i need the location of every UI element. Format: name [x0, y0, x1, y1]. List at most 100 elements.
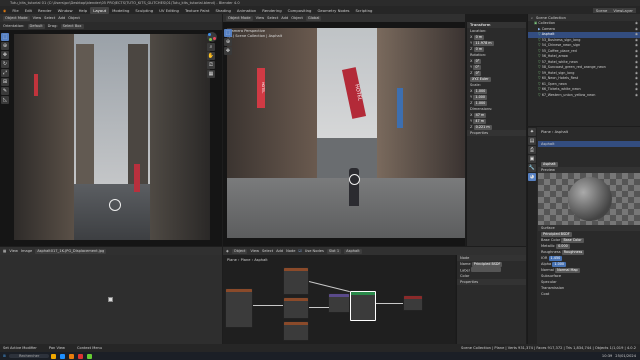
- modifier-tab-icon[interactable]: 🔧: [528, 164, 536, 172]
- image-menu-image[interactable]: Image: [21, 249, 32, 253]
- left-mode-select[interactable]: Object Mode: [3, 15, 30, 21]
- normal-map-node[interactable]: [328, 293, 350, 313]
- node-menu-select[interactable]: Select: [262, 249, 273, 253]
- node-menu-add[interactable]: Add: [276, 249, 283, 253]
- node-object-select[interactable]: Object: [231, 248, 248, 254]
- center-select-tool-icon[interactable]: ⬚: [224, 29, 232, 37]
- pan-hand-icon[interactable]: ✋: [207, 52, 215, 60]
- scale-z-field[interactable]: 1.000: [473, 101, 488, 106]
- rotation-z-field[interactable]: 0°: [473, 71, 482, 76]
- app-icon[interactable]: [78, 353, 84, 359]
- zoom-icon[interactable]: ⌕: [207, 43, 215, 51]
- material-name-value[interactable]: Asphalt: [541, 162, 558, 167]
- image-filename-field[interactable]: Asphalt017_1K-JPG_Displacement.jpg: [35, 248, 107, 254]
- outliner-search-icon[interactable]: ⌕: [531, 16, 533, 20]
- tab-modeling[interactable]: Modeling: [109, 7, 132, 14]
- blender-logo-icon[interactable]: ◉: [0, 8, 9, 13]
- left-menu-view[interactable]: View: [33, 16, 42, 20]
- left-viewport-canvas[interactable]: ⬚ ⊕ ✥ ↻ ⤢ ⊞ ✎ ◺ ⌕ ✋ ⎚ ▦: [0, 30, 222, 246]
- windows-start-icon[interactable]: ⊞: [0, 354, 9, 358]
- dimensions-z-field[interactable]: 0.221 m: [473, 125, 492, 130]
- tab-animation[interactable]: Animation: [234, 7, 259, 14]
- material-slot-item[interactable]: Asphalt: [538, 141, 640, 147]
- eye-icon[interactable]: ◉: [635, 93, 638, 99]
- axis-gizmo-icon[interactable]: [207, 32, 217, 42]
- use-nodes-checkbox[interactable]: ☑: [298, 249, 301, 253]
- tab-texture-paint[interactable]: Texture Paint: [182, 7, 213, 14]
- dimensions-y-field[interactable]: 47 m: [473, 119, 487, 124]
- node-editor-canvas[interactable]: Plane › Plane › Asphalt: [223, 255, 455, 344]
- roughness-field[interactable]: Roughness: [561, 250, 585, 255]
- menu-render[interactable]: Render: [35, 8, 55, 13]
- scale-x-field[interactable]: 1.000: [473, 89, 488, 94]
- material-tab-icon[interactable]: ◕: [528, 173, 536, 181]
- tab-sculpting[interactable]: Sculpting: [132, 7, 156, 14]
- transform-orientation-select[interactable]: Global: [305, 15, 322, 21]
- left-menu-add[interactable]: Add: [58, 16, 65, 20]
- slot-select[interactable]: Slot 1: [326, 248, 342, 254]
- rotation-mode-select[interactable]: XYZ Euler: [470, 77, 491, 82]
- center-move-tool-icon[interactable]: ✥: [224, 47, 232, 55]
- blender-taskbar-icon[interactable]: [69, 353, 75, 359]
- menu-file[interactable]: File: [9, 8, 21, 13]
- menu-help[interactable]: Help: [76, 8, 91, 13]
- outliner-item[interactable]: ▽ 67_Western_union_yellow_neon ◉: [528, 93, 640, 99]
- base-color-field[interactable]: Base Color: [561, 238, 584, 243]
- browser-icon[interactable]: [60, 353, 66, 359]
- tab-shading[interactable]: Shading: [212, 7, 233, 14]
- center-cursor-tool-icon[interactable]: ⊕: [224, 38, 232, 46]
- scale-tool-icon[interactable]: ⤢: [1, 69, 9, 77]
- center-menu-object[interactable]: Object: [291, 16, 303, 20]
- measure-tool-icon[interactable]: ◺: [1, 96, 9, 104]
- orientation-select[interactable]: Default: [27, 23, 45, 29]
- center-mode-select[interactable]: Object Mode: [226, 15, 253, 21]
- rotation-y-field[interactable]: 0°: [473, 65, 482, 70]
- app-icon[interactable]: [87, 353, 93, 359]
- location-z-field[interactable]: 0 m: [473, 47, 485, 52]
- node-editor-type-icon[interactable]: ◈: [226, 249, 229, 253]
- tab-rendering[interactable]: Rendering: [259, 7, 284, 14]
- center-menu-add[interactable]: Add: [281, 16, 288, 20]
- dimensions-x-field[interactable]: 47 m: [473, 113, 487, 118]
- node-menu-node[interactable]: Node: [286, 249, 295, 253]
- file-explorer-icon[interactable]: [51, 353, 57, 359]
- node-menu-view[interactable]: View: [250, 249, 259, 253]
- scene-selector[interactable]: Scene: [592, 7, 611, 13]
- node-name-field[interactable]: Principled BSDF: [471, 262, 503, 267]
- texture-node-top[interactable]: [283, 267, 309, 295]
- taskbar-search-box[interactable]: Rechercher: [9, 354, 50, 358]
- center-menu-select[interactable]: Select: [267, 16, 278, 20]
- tab-layout[interactable]: Layout: [90, 6, 110, 14]
- grid-icon[interactable]: ▦: [207, 70, 215, 78]
- location-y-field[interactable]: 11.978 m: [473, 41, 494, 46]
- coat-section[interactable]: Coat: [538, 291, 640, 297]
- material-output-node[interactable]: [403, 295, 423, 311]
- tab-geometry-nodes[interactable]: Geometry Nodes: [314, 7, 352, 14]
- image-texture-node[interactable]: [225, 288, 253, 328]
- tool-tab-icon[interactable]: ✦: [528, 128, 536, 136]
- alpha-field[interactable]: 1.000: [552, 262, 567, 267]
- normal-field[interactable]: Normal Map: [555, 268, 580, 273]
- drag-select[interactable]: Select Box: [60, 23, 84, 29]
- move-tool-icon[interactable]: ✥: [1, 51, 9, 59]
- view-layer-selector[interactable]: ViewLayer: [610, 7, 636, 13]
- center-viewport-canvas[interactable]: HOTEL HOTEL Camera Perspective (1) Scene…: [223, 22, 465, 246]
- texture-node-middle[interactable]: [283, 297, 309, 319]
- node-material-select[interactable]: Asphalt: [344, 248, 362, 254]
- scale-y-field[interactable]: 1.000: [473, 95, 488, 100]
- node-label-field[interactable]: [470, 267, 501, 272]
- image-editor-canvas[interactable]: [0, 255, 222, 344]
- metallic-field[interactable]: 0.000: [556, 244, 570, 249]
- node-properties-section[interactable]: Properties: [457, 279, 526, 285]
- annotate-tool-icon[interactable]: ✎: [1, 87, 9, 95]
- tab-compositing[interactable]: Compositing: [285, 7, 315, 14]
- location-x-field[interactable]: 0 m: [473, 35, 485, 40]
- center-menu-view[interactable]: View: [256, 16, 265, 20]
- menu-window[interactable]: Window: [55, 8, 76, 13]
- principled-bsdf-node[interactable]: [350, 291, 376, 321]
- transform-tool-icon[interactable]: ⊞: [1, 78, 9, 86]
- tab-scripting[interactable]: Scripting: [353, 7, 376, 14]
- texture-node-bottom[interactable]: [283, 321, 309, 341]
- object-tab-icon[interactable]: ▣: [528, 155, 536, 163]
- properties-panel-title[interactable]: Properties: [467, 130, 526, 136]
